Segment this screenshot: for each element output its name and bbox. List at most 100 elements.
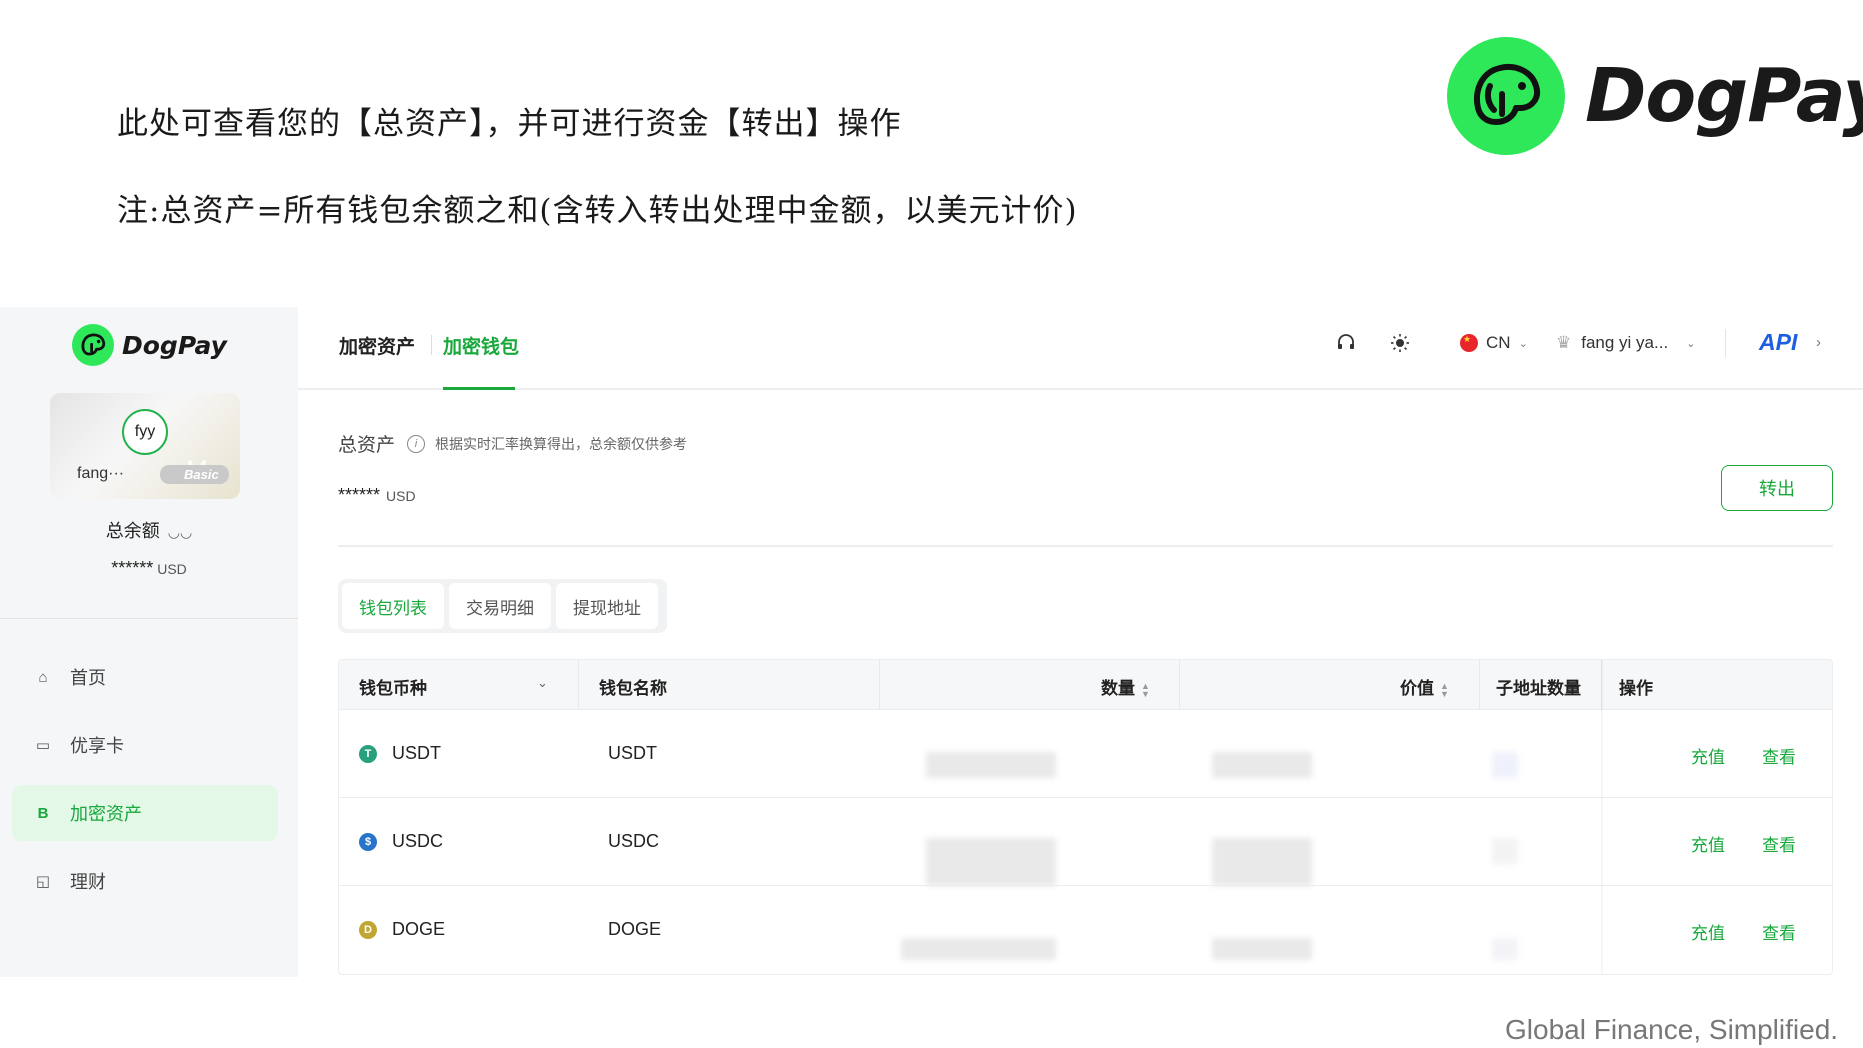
coin-cell: $ USDC (359, 831, 443, 852)
language-selector[interactable]: CN ⌄ (1460, 333, 1528, 353)
row-actions: 充值 查看 (1654, 831, 1796, 856)
intro-line-1: 此处可查看您的【总资产】，并可进行资金【转出】操作 (117, 106, 902, 142)
wallet-name: DOGE (608, 919, 662, 939)
total-balance-value: ****** USD (0, 558, 298, 579)
coin-symbol: USDT (392, 743, 441, 763)
dog-logo-icon (1447, 37, 1565, 155)
col-separator (1479, 660, 1480, 710)
sidebar-item-label: 优享卡 (70, 736, 124, 756)
user-menu[interactable]: ♛ fang yi ya... ⌄ (1556, 333, 1695, 353)
table-header: 钱包币种 ⌄ 钱包名称 数量 ▲ ▼ 价值 ▲ ▼ 子地址数量 操作 (339, 660, 1832, 710)
card-username: fang··· (77, 465, 125, 482)
api-link[interactable]: API (1759, 329, 1797, 356)
card-icon: ▭ (35, 737, 51, 754)
redacted-amount (926, 838, 1056, 886)
col-separator (1179, 660, 1180, 710)
view-link[interactable]: 查看 (1762, 831, 1796, 856)
app-window: DogPay fyy fang··· V Basic 总余额 ◡◡ ******U… (0, 307, 1863, 977)
deposit-link[interactable]: 充值 (1691, 743, 1725, 768)
deposit-link[interactable]: 充值 (1691, 919, 1725, 944)
view-link[interactable]: 查看 (1762, 743, 1796, 768)
view-link[interactable]: 查看 (1762, 919, 1796, 944)
redacted-value (1212, 838, 1312, 886)
sidebar-item-home[interactable]: ⌂ 首页 (12, 649, 278, 705)
home-icon: ⌂ (38, 668, 48, 686)
crown-icon: ♛ (1556, 333, 1572, 352)
row-actions: 充值 查看 (1654, 919, 1796, 944)
sidebar-item-label: 理财 (70, 872, 106, 892)
wallet-tabs: 钱包列表 交易明细 提现地址 (338, 579, 667, 633)
col-value-label: 价值 (1400, 679, 1434, 698)
chevron-down-icon: ⌄ (1686, 337, 1696, 350)
china-flag-icon (1460, 334, 1478, 352)
tab-wallet-list[interactable]: 钱包列表 (342, 583, 444, 629)
table-row: $ USDC USDC 充值 查看 (339, 798, 1832, 886)
language-label: CN (1486, 333, 1511, 352)
col-currency[interactable]: 钱包币种 (359, 674, 427, 699)
intro-section: 此处可查看您的【总资产】，并可进行资金【转出】操作 注:总资产=所有钱包余额之和… (0, 0, 1863, 300)
intro-line-2: 注:总资产=所有钱包余额之和(含转入转出处理中金额，以美元计价) (117, 193, 1078, 229)
total-assets-value: ****** USD (338, 485, 416, 506)
sidebar-brand[interactable]: DogPay (72, 324, 227, 366)
redacted-sub-address (1492, 752, 1518, 778)
brand-logo-large: DogPay (1447, 37, 1863, 155)
usdt-icon: T (359, 744, 377, 763)
tab-active-indicator (443, 387, 515, 390)
sticky-column-shadow (1601, 660, 1604, 974)
info-icon[interactable]: i (407, 434, 426, 453)
sidebar-item-card[interactable]: ▭ 优享卡 (12, 717, 278, 773)
coin-symbol: USDC (392, 831, 444, 851)
col-amount[interactable]: 数量 ▲ ▼ (1101, 674, 1150, 699)
col-separator (578, 660, 579, 710)
sidebar-item-finance[interactable]: ◱ 理财 (12, 853, 278, 909)
total-assets-unit: USD (386, 488, 416, 504)
tagline: Global Finance, Simplified. (1505, 1014, 1839, 1045)
col-sub-address-count: 子地址数量 (1496, 679, 1581, 698)
dog-logo-icon (72, 324, 114, 366)
table-row: T USDT USDT 充值 查看 (339, 710, 1832, 798)
sun-icon[interactable] (1390, 333, 1410, 359)
tab-transactions[interactable]: 交易明细 (449, 583, 551, 629)
total-balance-label: 总余额 ◡◡ (0, 517, 298, 543)
sort-icon[interactable]: ▲ ▼ (1141, 681, 1150, 698)
headset-icon[interactable] (1336, 333, 1356, 359)
usdc-icon: $ (359, 832, 377, 851)
main-content: 加密资产 加密钱包 CN ⌄ ♛ fang yi ya... ⌄ API (298, 307, 1863, 977)
redacted-value (1212, 752, 1312, 778)
breadcrumb[interactable]: 加密资产 (339, 332, 415, 359)
tab-withdraw-addresses[interactable]: 提现地址 (556, 583, 658, 629)
chart-icon: ◱ (35, 873, 51, 890)
chevron-right-icon[interactable]: › (1816, 334, 1821, 351)
user-card[interactable]: fyy fang··· V Basic (50, 393, 240, 499)
wallet-name: USDT (608, 743, 657, 763)
redacted-sub-address (1492, 838, 1518, 864)
user-menu-name: fang yi ya... (1581, 333, 1669, 352)
col-value[interactable]: 价值 ▲ ▼ (1400, 674, 1449, 699)
sidebar-item-label: 首页 (70, 668, 106, 688)
coin-cell: D DOGE (359, 919, 445, 940)
total-balance-label-text: 总余额 (105, 521, 160, 541)
wallet-name: USDC (608, 831, 660, 851)
top-bar: 加密资产 加密钱包 CN ⌄ ♛ fang yi ya... ⌄ API (298, 307, 1863, 390)
tier-badge: Basic (160, 465, 229, 484)
sidebar: DogPay fyy fang··· V Basic 总余额 ◡◡ ******U… (0, 307, 298, 977)
sidebar-divider (0, 618, 298, 619)
breadcrumb-separator (431, 335, 432, 355)
sidebar-nav: ⌂ 首页 ▭ 优享卡 B 加密资产 ◱ 理财 (12, 649, 278, 921)
eye-closed-icon[interactable]: ◡◡ (168, 524, 192, 541)
deposit-link[interactable]: 充值 (1691, 831, 1725, 856)
col-separator (879, 660, 880, 710)
col-wallet-name: 钱包名称 (599, 679, 667, 698)
avatar: fyy (122, 409, 168, 455)
tab-crypto-wallet[interactable]: 加密钱包 (443, 332, 519, 359)
sidebar-brand-name: DogPay (122, 330, 227, 360)
doge-icon: D (359, 920, 377, 939)
sort-icon[interactable]: ▲ ▼ (1440, 681, 1449, 698)
transfer-out-button[interactable]: 转出 (1721, 465, 1833, 511)
col-amount-label: 数量 (1101, 679, 1135, 698)
sidebar-item-crypto-assets[interactable]: B 加密资产 (12, 785, 278, 841)
sidebar-balance-unit: USD (157, 561, 187, 577)
col-currency-label: 钱包币种 (359, 679, 427, 698)
table-row: D DOGE DOGE 充值 查看 (339, 886, 1832, 974)
chevron-down-icon[interactable]: ⌄ (537, 675, 548, 691)
